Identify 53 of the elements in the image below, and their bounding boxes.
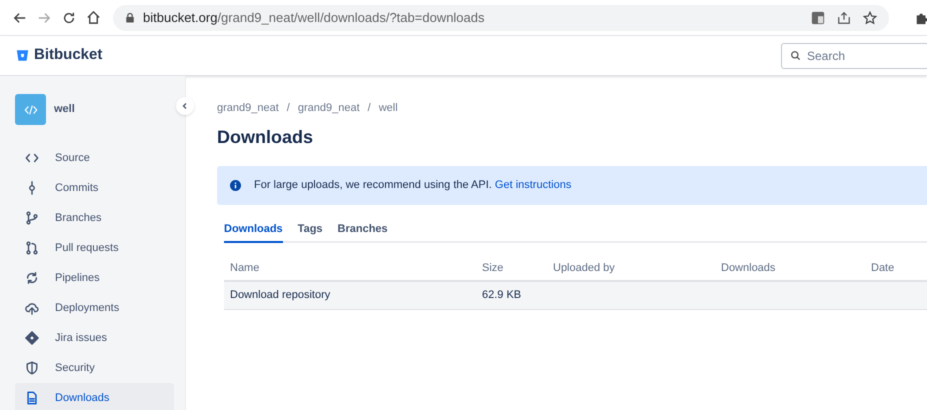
table-cell-text: 62.9 KB bbox=[482, 288, 522, 304]
sidebar-item[interactable]: Source bbox=[15, 143, 174, 173]
column-header[interactable]: Date bbox=[871, 260, 927, 276]
sidebar-item[interactable]: Pipelines bbox=[15, 263, 174, 293]
column-header[interactable]: Downloads bbox=[721, 260, 871, 276]
cloud-upload-icon bbox=[25, 301, 39, 315]
search-icon bbox=[790, 50, 801, 61]
pull-request-icon bbox=[25, 241, 39, 255]
reload-icon[interactable] bbox=[62, 10, 76, 24]
bucket-logo-icon[interactable] bbox=[16, 49, 29, 62]
instructions-link[interactable]: Get instructions bbox=[494, 178, 572, 191]
puzzle-icon[interactable] bbox=[915, 10, 927, 24]
sidebar-item[interactable]: Pull requests bbox=[15, 233, 174, 263]
lock-icon bbox=[125, 12, 135, 23]
table-cell[interactable]: Download repository bbox=[230, 287, 482, 304]
breadcrumb-separator: / bbox=[368, 101, 371, 116]
sidebar-item[interactable]: Security bbox=[15, 353, 174, 383]
file-icon bbox=[25, 391, 39, 405]
sidebar-item[interactable]: Deployments bbox=[15, 293, 174, 323]
sidebar-item[interactable]: Downloads bbox=[15, 383, 174, 410]
shield-icon bbox=[25, 361, 39, 375]
banner-text: For large uploads, we recommend using the API. Get instructions bbox=[254, 178, 572, 193]
sidebar-item[interactable]: Commits bbox=[15, 173, 174, 203]
sidebar-item[interactable]: Jira issues bbox=[15, 323, 174, 353]
branch-icon bbox=[25, 211, 39, 225]
tab[interactable]: Downloads bbox=[224, 220, 283, 243]
back-icon[interactable] bbox=[13, 10, 27, 24]
chevron-left-icon bbox=[181, 102, 189, 110]
tab[interactable]: Tags bbox=[298, 220, 323, 243]
column-header[interactable]: Size bbox=[482, 260, 553, 276]
search-field[interactable]: Search bbox=[781, 42, 927, 68]
code-icon bbox=[24, 102, 38, 116]
logo-text[interactable]: Bitbucket bbox=[34, 44, 102, 67]
tab[interactable]: Branches bbox=[338, 220, 388, 243]
page-title: Downloads bbox=[217, 126, 314, 148]
breadcrumb-link[interactable]: grand9_neat bbox=[298, 100, 360, 116]
diamond-icon bbox=[25, 331, 39, 345]
breadcrumb-link[interactable]: grand9_neat bbox=[217, 100, 279, 116]
column-header[interactable]: Name bbox=[230, 260, 482, 276]
info-icon bbox=[230, 180, 241, 190]
address-bar[interactable]: bitbucket.org/grand9_neat/well/downloads/?tab=downloads bbox=[113, 4, 889, 30]
breadcrumb-separator: / bbox=[286, 101, 290, 116]
code-icon bbox=[25, 151, 39, 165]
collapse-button[interactable] bbox=[176, 97, 194, 115]
share-icon[interactable] bbox=[837, 10, 851, 24]
url-text: bitbucket.org/grand9_neat/well/downloads/?tab=downloads bbox=[143, 8, 484, 27]
column-header[interactable]: Uploaded by bbox=[553, 260, 721, 276]
sidebar-item[interactable]: Branches bbox=[15, 203, 174, 233]
breadcrumb-link[interactable]: well bbox=[378, 100, 398, 116]
repo-name[interactable]: well bbox=[54, 101, 75, 118]
star-icon[interactable] bbox=[863, 10, 877, 24]
cycle-icon bbox=[25, 271, 39, 285]
home-icon[interactable] bbox=[86, 10, 101, 25]
